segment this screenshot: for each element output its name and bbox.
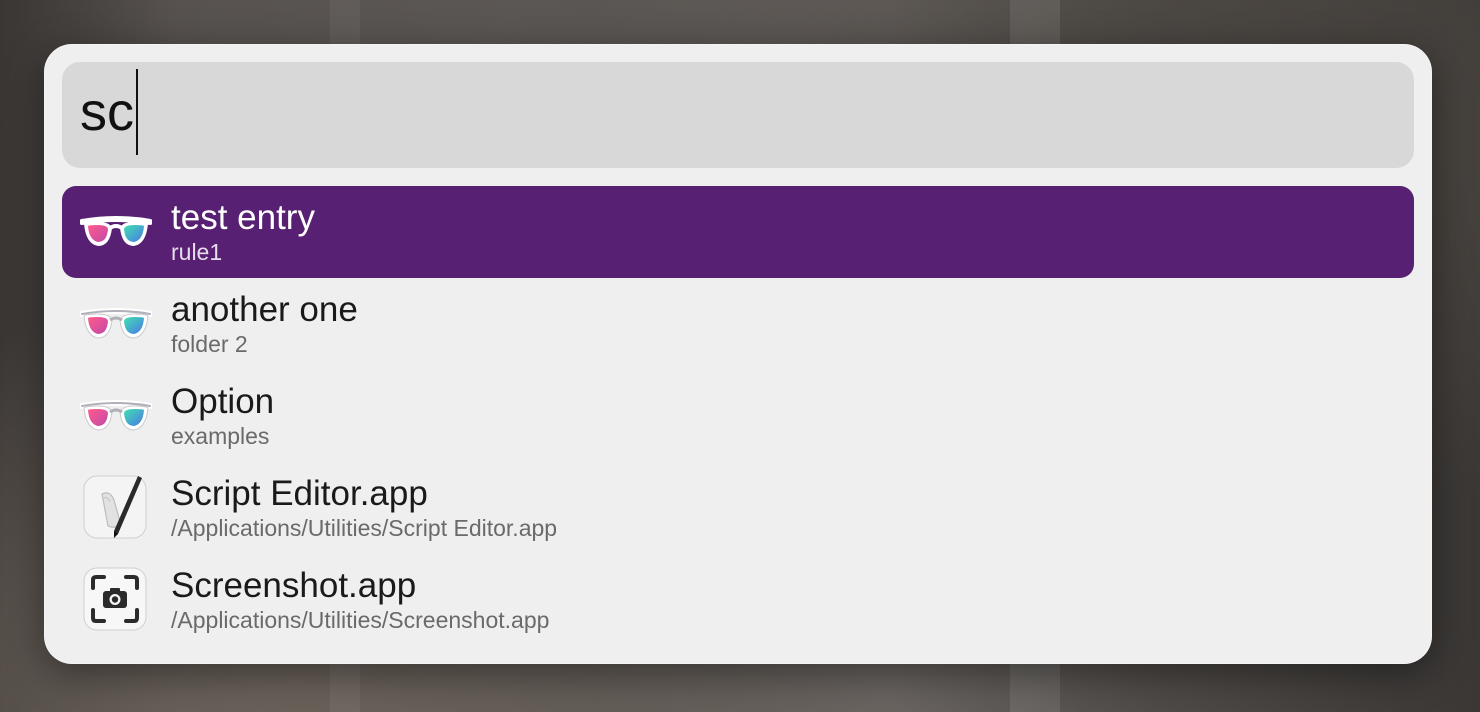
search-input[interactable]: sc [80,69,138,155]
results-list: test entry rule1 another one folder 2 Op… [62,186,1414,646]
launcher-panel: sc test entry rule1 another one folder 2… [44,44,1432,664]
result-title: Option [171,382,275,421]
result-title: another one [171,290,358,329]
result-title: test entry [171,198,315,237]
result-item[interactable]: test entry rule1 [62,186,1414,278]
text-caret [136,69,138,155]
result-subtitle: /Applications/Utilities/Screenshot.app [171,607,550,633]
result-subtitle: examples [171,423,270,449]
screenshot-icon [80,566,152,634]
script-editor-icon [80,474,152,542]
result-title: Script Editor.app [171,474,428,513]
search-query: sc [80,82,134,142]
result-item[interactable]: Option examples [62,370,1414,462]
search-field[interactable]: sc [62,62,1414,168]
result-subtitle: rule1 [171,239,223,265]
sunglasses-icon [79,382,153,450]
sunglasses-icon [79,290,153,358]
result-item[interactable]: Script Editor.app /Applications/Utilitie… [62,462,1414,554]
result-item[interactable]: Screenshot.app /Applications/Utilities/S… [62,554,1414,646]
result-subtitle: /Applications/Utilities/Script Editor.ap… [171,515,558,541]
result-title: Screenshot.app [171,566,417,605]
sunglasses-icon [79,198,153,266]
result-subtitle: folder 2 [171,331,248,357]
result-item[interactable]: another one folder 2 [62,278,1414,370]
